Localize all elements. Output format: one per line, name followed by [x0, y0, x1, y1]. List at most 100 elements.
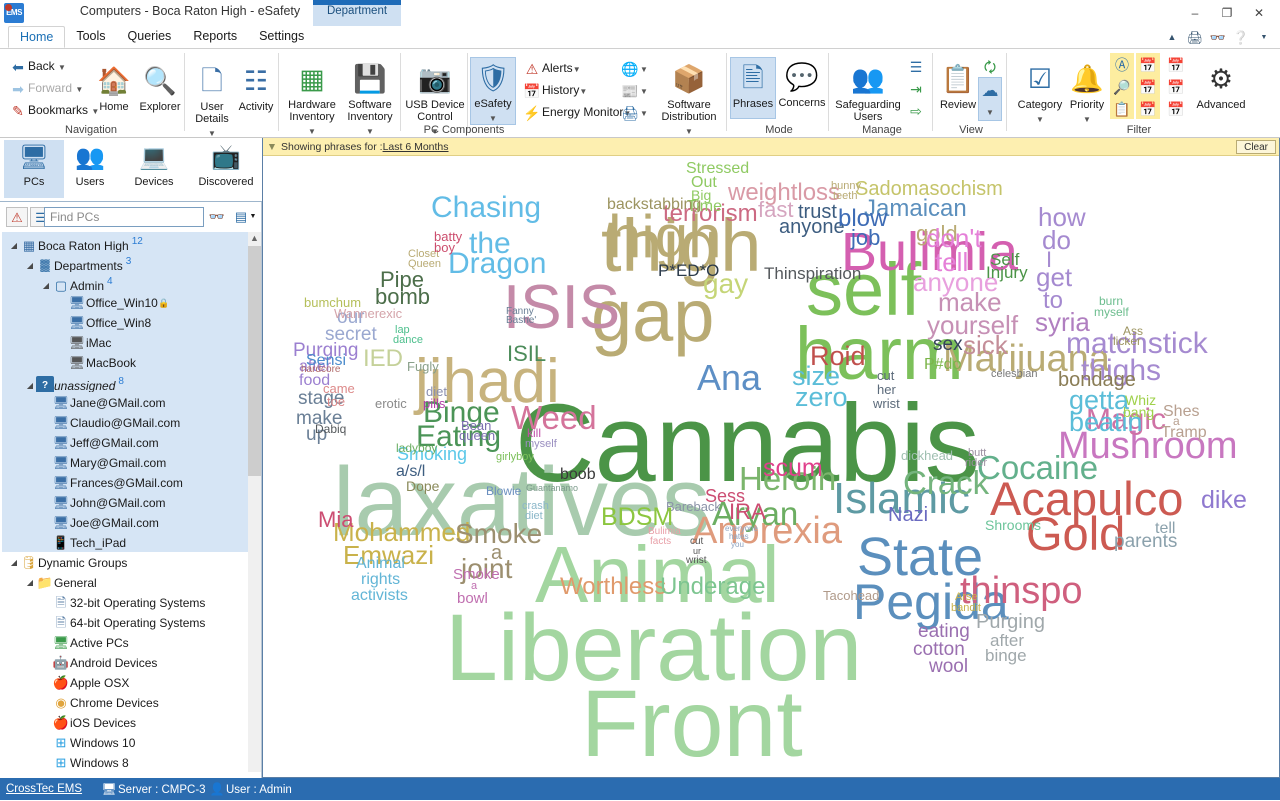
cloud-word[interactable]: rights [361, 572, 400, 588]
tree-item-32-bit-operating-systems[interactable]: 🗎 32-bit Operating Systems [2, 592, 248, 612]
caret-down-icon[interactable]: ▼ [1254, 28, 1274, 47]
tab-home[interactable]: Home [8, 26, 66, 48]
cloud-word[interactable]: Front [581, 677, 803, 772]
scroll-up-icon[interactable]: ▲ [248, 232, 261, 246]
tree-item-ios-devices[interactable]: 🍎iOS Devices [2, 712, 248, 732]
tree-item-mary-gmail-com[interactable]: 🖥Mary@Gmail.com [2, 452, 248, 472]
ribbon-user-details-button[interactable]: 🗋 User Details ▼ [188, 61, 236, 139]
cloud-word[interactable]: Purging [976, 612, 1045, 632]
ribbon-calendar-quarter-item[interactable]: 📅 [1164, 53, 1188, 75]
cloud-word[interactable]: diet [525, 511, 543, 522]
cloud-word[interactable]: P#do [924, 357, 961, 373]
cloud-word[interactable]: Mia [318, 509, 353, 531]
cloud-word[interactable]: sex [933, 335, 963, 354]
minimize-button[interactable]: – [1180, 3, 1210, 23]
cloud-word[interactable]: Cocaine [977, 451, 1098, 484]
ribbon-forward-button[interactable]: ➡ Forward ▼ [8, 77, 83, 99]
cloud-word[interactable]: wrist [873, 397, 900, 410]
tree-item-office-win10[interactable]: 🖥Office_Win10🔒 [2, 292, 248, 312]
cloud-word[interactable]: Queen [408, 259, 441, 270]
cloud-word[interactable]: Ana [697, 360, 761, 396]
ribbon-back-button[interactable]: ⬅ Back ▼ [8, 55, 66, 77]
sidebar-category-devices[interactable]: 💻 Devices [124, 140, 184, 198]
cloud-word[interactable]: P*ED*O [658, 262, 719, 279]
tree-item-departments[interactable]: ◢ ▓ Departments 3 [2, 252, 248, 273]
cloud-word[interactable]: Blowie [486, 485, 521, 497]
ribbon-calendar-week-item[interactable]: 📅 [1136, 75, 1160, 97]
ribbon-history-item[interactable]: 📅History▼ [522, 79, 587, 101]
tree-item-general[interactable]: ◢ 📁General [2, 572, 248, 592]
ribbon-concerns-button[interactable]: 💬 Concerns [776, 57, 828, 109]
cloud-word[interactable]: Bareback [666, 500, 721, 513]
cloud-word[interactable]: hardcore [301, 365, 340, 375]
ribbon-export-icon-item[interactable]: ⇨ [906, 99, 930, 121]
cloud-word[interactable]: anyone [779, 217, 845, 237]
ribbon-energy-monitor-item[interactable]: ⚡Energy Monitor▼ [522, 101, 631, 123]
cloud-word[interactable]: scum [763, 456, 823, 481]
binoculars-icon[interactable]: 👓 [1208, 28, 1228, 47]
sidebar-category-users[interactable]: 👥 Users [60, 140, 120, 198]
cloud-word[interactable]: boob [560, 467, 596, 483]
cloud-word[interactable]: myself [525, 439, 557, 450]
cloud-word[interactable]: Chasing [431, 193, 541, 223]
ribbon-home-button[interactable]: 🏠 Home [90, 61, 138, 113]
ribbon-phrases-button[interactable]: 🖹 Phrases [730, 57, 776, 119]
cloud-word[interactable]: her [877, 383, 896, 396]
cloud-word[interactable]: bang [1123, 405, 1154, 419]
ribbon-filter-search-item[interactable]: 🔎 [1110, 75, 1134, 97]
cloud-word[interactable]: Underage [660, 575, 765, 599]
ribbon-calendar-day-item[interactable]: 📅 [1136, 53, 1160, 75]
cloud-word[interactable]: celesbian [991, 369, 1037, 380]
cloud-word[interactable]: Dope [406, 479, 439, 493]
cloud-word[interactable]: Bashe' [506, 316, 536, 326]
tab-queries[interactable]: Queries [117, 26, 183, 48]
tree-item-office-win8[interactable]: 🖥Office_Win8 [2, 312, 248, 332]
cloud-word[interactable]: job [851, 227, 880, 249]
ribbon-advanced-button[interactable]: ⚙ Advanced [1190, 59, 1252, 111]
tab-reports[interactable]: Reports [182, 26, 248, 48]
word-cloud[interactable]: Cannabis laxatives Liberation Front Animal th… [263, 157, 1279, 776]
cloud-word[interactable]: erotic [375, 397, 407, 410]
ribbon-refresh-doc-icon-item[interactable]: 🗘 [980, 55, 1004, 77]
cloud-word[interactable]: bowl [457, 591, 488, 606]
tree-item-john-gmail-com[interactable]: 🖥John@GMail.com [2, 492, 248, 512]
cloud-word[interactable]: wool [929, 657, 968, 676]
cloud-word[interactable]: activists [351, 588, 408, 604]
tree-item-dynamic-groups[interactable]: ◢ 🛢Dynamic Groups [2, 552, 248, 572]
tree-item-macbook[interactable]: 🖥MacBook [2, 352, 248, 372]
filter-range-link[interactable]: Last 6 Months [383, 141, 449, 153]
tree-item-claudio-gmail-com[interactable]: 🖥Claudio@GMail.com [2, 412, 248, 432]
cloud-word[interactable]: Fugly [407, 360, 439, 373]
cloud-word[interactable]: syria [1035, 309, 1090, 335]
ribbon-filter-copy-item[interactable]: 📋 [1110, 97, 1134, 119]
cloud-word[interactable]: girlyboy [496, 452, 534, 463]
cloud-word[interactable]: myself [1094, 306, 1129, 318]
cloud-word[interactable]: zero [795, 384, 848, 411]
cloud-word[interactable]: facts [650, 537, 671, 547]
cloud-word[interactable]: wrist [686, 556, 707, 566]
ribbon-cloud-chart-button[interactable]: ☁ ▼ [978, 77, 1002, 121]
cloud-word[interactable]: Shrooms [985, 518, 1041, 532]
help-icon[interactable]: ❔ [1231, 28, 1251, 47]
cloud-word[interactable]: dance [393, 335, 423, 346]
cloud-word[interactable]: dike [1201, 488, 1247, 513]
ribbon-explorer-button[interactable]: 🔍 Explorer [134, 61, 186, 113]
clear-filter-button[interactable]: Clear [1236, 140, 1276, 154]
tree-item-64-bit-operating-systems[interactable]: 🗎 64-bit Operating Systems [2, 612, 248, 632]
cloud-word[interactable]: Injury [986, 264, 1028, 281]
ribbon-review-button[interactable]: 📋 Review [936, 59, 980, 111]
scrollbar-thumb[interactable] [248, 246, 261, 476]
tree-item-chrome-devices[interactable]: ◉ Chrome Devices [2, 692, 248, 712]
ribbon-priority-button[interactable]: 🔔 Priority ▼ [1064, 59, 1110, 125]
ribbon-bookmarks-button[interactable]: ✎ Bookmarks ▼ [8, 99, 99, 121]
cloud-word[interactable]: you [731, 541, 744, 549]
cloud-word[interactable]: Worthless [560, 575, 666, 599]
cloud-word[interactable]: backstabbing [607, 197, 701, 213]
cloud-word[interactable]: licker [1113, 335, 1141, 347]
cloud-word[interactable]: teeth [833, 191, 857, 202]
cloud-word[interactable]: pills [423, 397, 445, 410]
expander-icon[interactable]: ◢ [24, 573, 36, 593]
cloud-word[interactable]: Tacohead [823, 589, 879, 602]
cloud-word[interactable]: Dragon [448, 249, 546, 279]
tree-item-apple-osx[interactable]: 🍎Apple OSX [2, 672, 248, 692]
